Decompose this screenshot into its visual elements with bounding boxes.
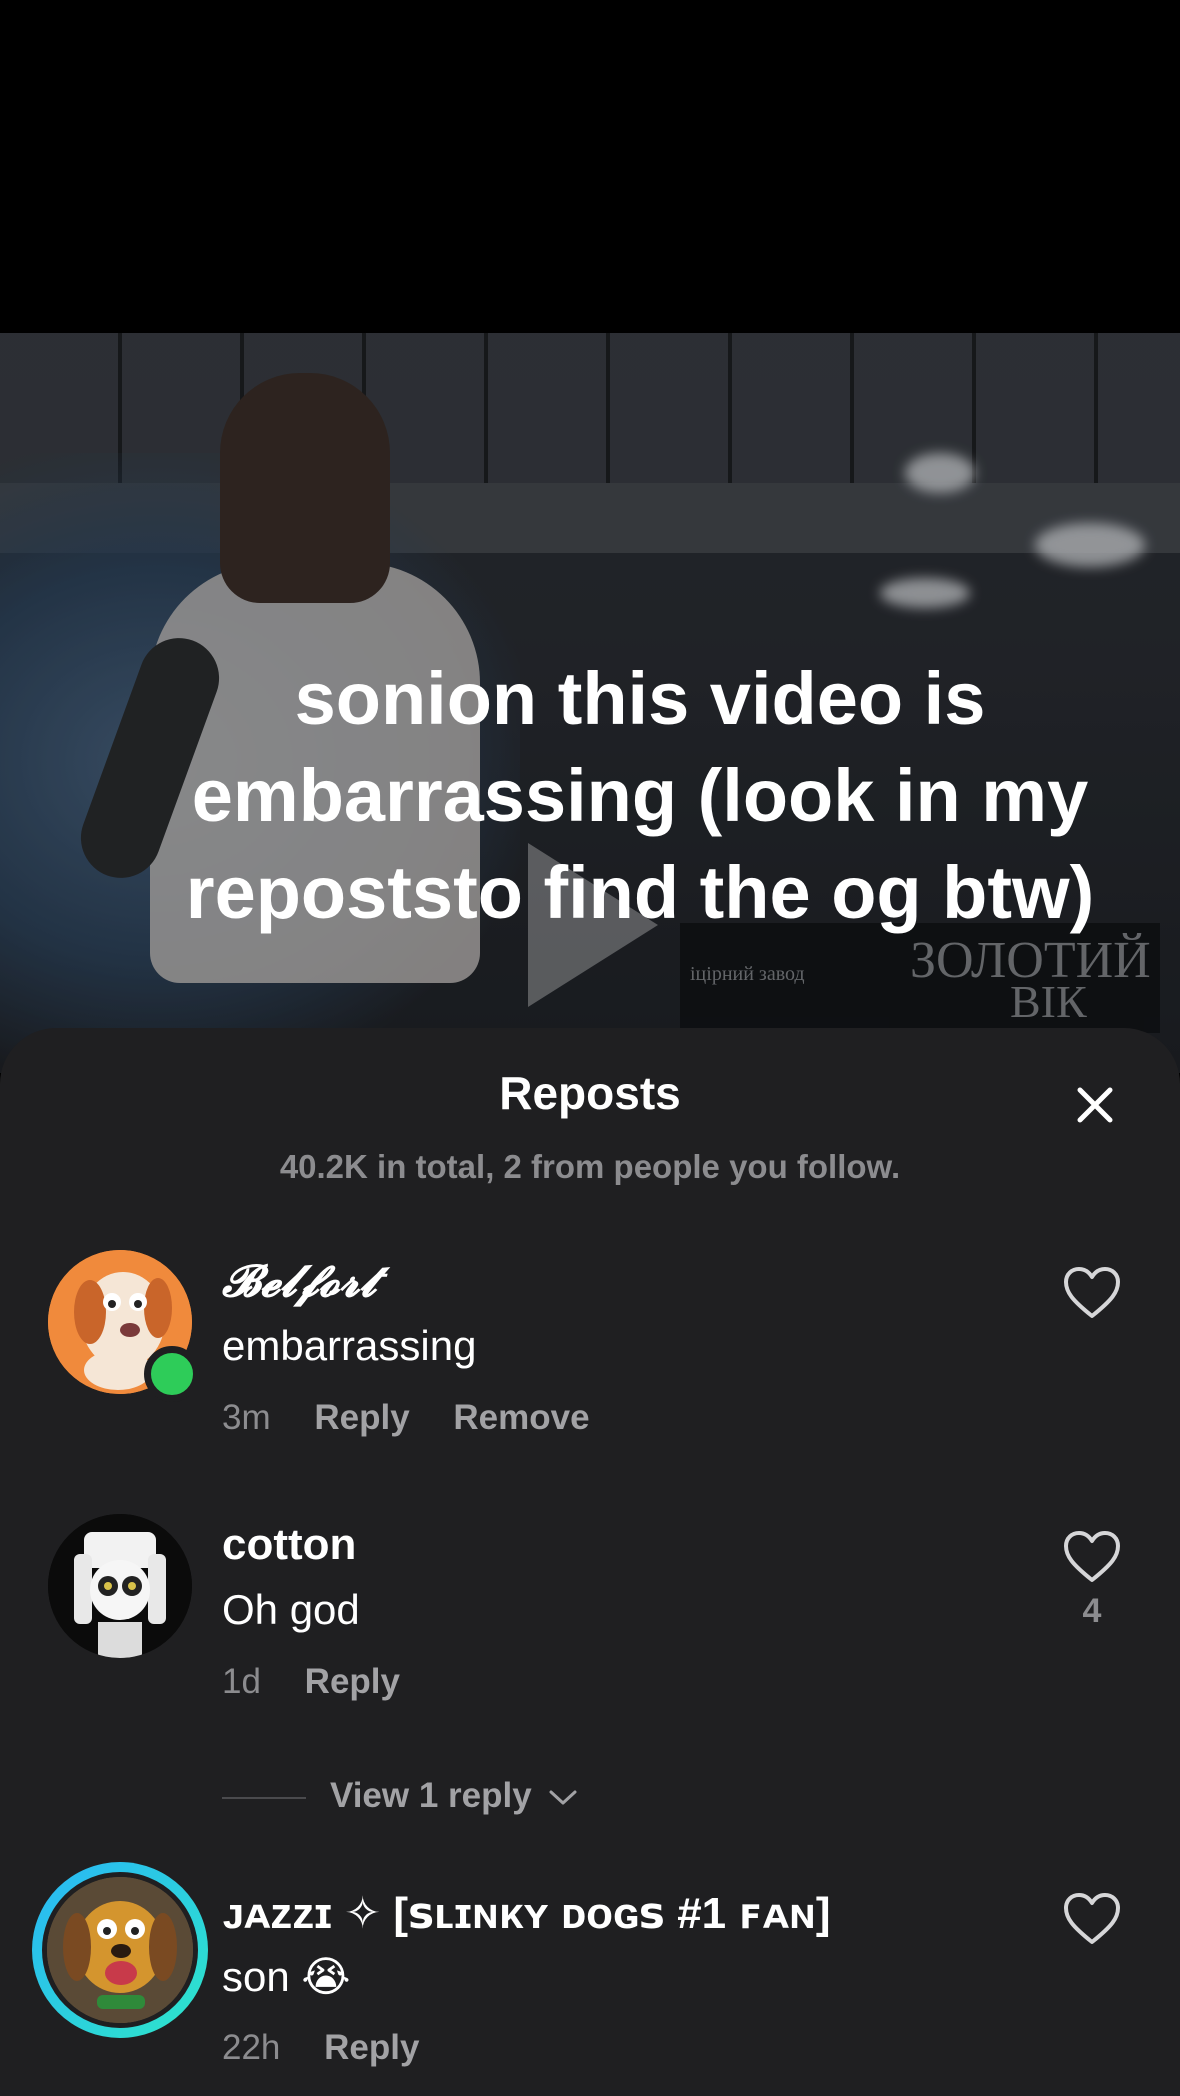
heart-outline-icon[interactable] — [1062, 1892, 1122, 1946]
comment-username[interactable]: ᴊᴀᴢᴢɪ ✧ [ꜱʟɪɴᴋʏ ᴅᴏɢꜱ #1 ꜰᴀɴ] — [222, 1888, 831, 1939]
comment-item: ᴊᴀᴢᴢɪ ✧ [ꜱʟɪɴᴋʏ ᴅᴏɢꜱ #1 ꜰᴀɴ] son 😭 22h R… — [0, 1862, 1180, 2096]
comment-time: 22h — [222, 2028, 281, 2067]
chevron-down-icon — [549, 1790, 577, 1805]
view-replies-label: View 1 reply — [330, 1776, 532, 1815]
heart-outline-icon[interactable] — [1062, 1266, 1122, 1320]
sheet-title: Reposts — [499, 1067, 681, 1119]
reply-thread-line — [222, 1797, 306, 1799]
comment-time: 3m — [222, 1398, 271, 1437]
heart-outline-icon[interactable] — [1062, 1530, 1122, 1584]
comment-text: Oh god — [222, 1586, 360, 1633]
slinky-dog-avatar-icon — [47, 1877, 193, 2023]
reply-button[interactable]: Reply — [305, 1662, 400, 1701]
like-count: 4 — [1082, 1592, 1102, 1630]
comment-username[interactable]: 𝓑𝓮𝓵𝓯𝓸𝓻𝓽 — [222, 1256, 376, 1307]
character-avatar-icon — [48, 1514, 192, 1658]
video-caption: sonion this video is embarrassing (look … — [185, 657, 1095, 934]
avatar[interactable] — [42, 1872, 198, 2028]
comment-item: cotton Oh god 1d Reply 4 — [0, 1504, 1180, 1724]
reply-button[interactable]: Reply — [314, 1398, 409, 1437]
comment-time: 1d — [222, 1662, 261, 1701]
comment-text: son 😭 — [222, 1953, 351, 2000]
sheet-subtitle: 40.2K in total, 2 from people you follow… — [279, 1148, 901, 1185]
close-icon[interactable] — [1074, 1084, 1116, 1126]
comment-item: 𝓑𝓮𝓵𝓯𝓸𝓻𝓽 embarrassing 3m Reply Remove — [0, 1240, 1180, 1460]
remove-button[interactable]: Remove — [453, 1398, 589, 1437]
online-status-indicator — [144, 1346, 200, 1402]
reply-button[interactable]: Reply — [324, 2028, 419, 2067]
top-black-bar — [0, 0, 1180, 333]
comment-text: embarrassing — [222, 1322, 477, 1369]
view-replies-button[interactable]: View 1 reply — [222, 1742, 722, 1815]
comment-username[interactable]: cotton — [222, 1520, 356, 1570]
avatar[interactable] — [48, 1514, 192, 1658]
